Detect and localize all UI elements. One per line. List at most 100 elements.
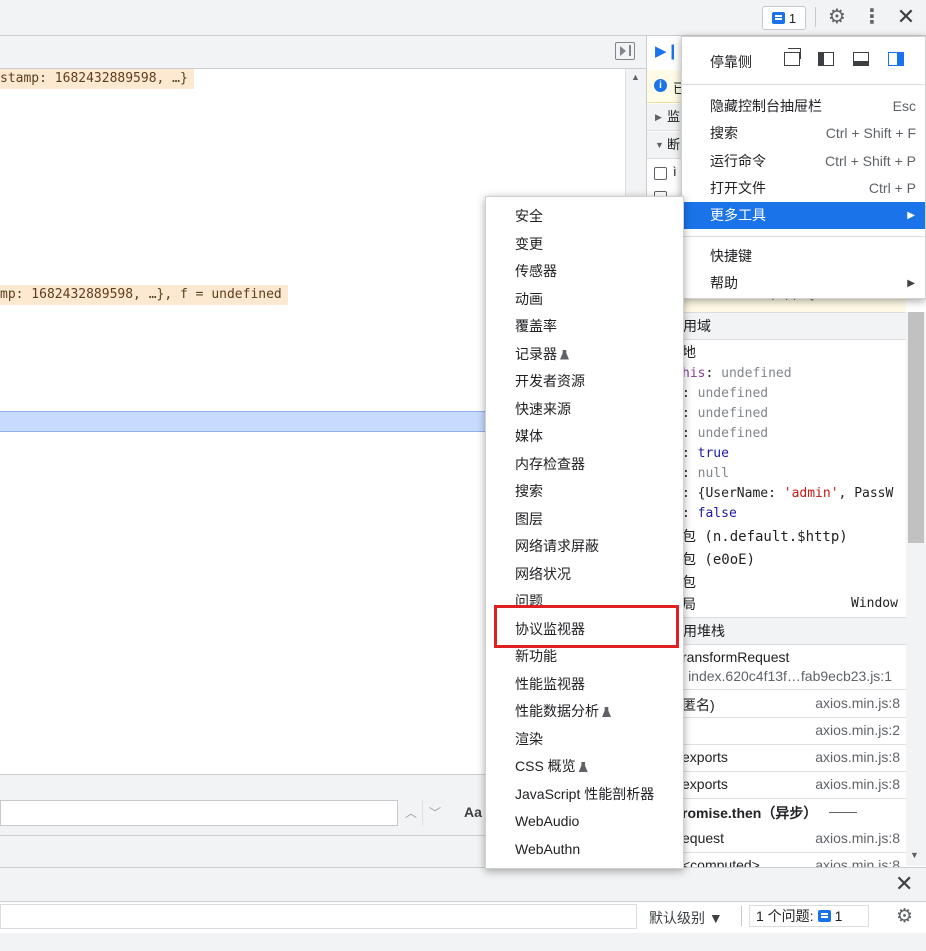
menu-item-search[interactable]: 搜索 Ctrl + Shift + F (682, 120, 925, 147)
more-vert-icon[interactable]: ⋮ (862, 6, 882, 28)
toolbar-divider (815, 7, 816, 27)
frame-function: exports (682, 749, 728, 765)
submenu-item[interactable]: 图层 (515, 508, 543, 530)
menu-item-shortcuts[interactable]: 快捷键 (682, 243, 925, 270)
frame-location-link[interactable]: axios.min.js:2 (815, 722, 900, 738)
menu-item-open-file[interactable]: 打开文件 Ctrl + P (682, 175, 925, 202)
issues-count: 1 (834, 908, 843, 924)
scope-local-label[interactable]: 地 (682, 342, 696, 362)
frame-location-link[interactable]: axios.min.js:8 (815, 749, 900, 765)
menu-item-help[interactable]: 帮助 ▶ (682, 270, 925, 297)
gear-icon[interactable]: ⚙ (896, 905, 913, 928)
close-icon[interactable]: ✕ (895, 6, 917, 28)
variable-value: false (697, 506, 737, 521)
frame-location-link[interactable]: axios.min.js:8 (815, 776, 900, 792)
menu-item-run-command[interactable]: 运行命令 Ctrl + Shift + P (682, 148, 925, 175)
submenu-item[interactable]: 性能监视器 (515, 673, 585, 695)
callstack-section-header[interactable]: 用堆栈 (647, 617, 906, 645)
dock-left-icon[interactable] (818, 52, 834, 66)
frame-function: 匿名) (682, 697, 715, 713)
search-input[interactable] (0, 800, 398, 826)
scope-variable-row[interactable]: : true (682, 444, 729, 464)
dock-right-icon[interactable] (888, 52, 904, 66)
submenu-item[interactable]: 媒体 (515, 425, 543, 447)
experiment-flask-icon (560, 349, 569, 360)
callstack-frame[interactable]: exports axios.min.js:8 (647, 744, 906, 772)
submenu-item[interactable]: 记录器 (515, 343, 569, 365)
frame-location-link[interactable]: axios.min.js:8 (815, 830, 900, 846)
issues-text: 1 个问题: (756, 908, 814, 924)
chevron-down-icon: ▼ (655, 140, 664, 150)
callstack-frame[interactable]: axios.min.js:2 (647, 717, 906, 745)
menu-separator (682, 236, 925, 237)
gear-icon[interactable]: ⚙ (826, 6, 848, 28)
submenu-item[interactable]: 传感器 (515, 260, 557, 282)
submenu-item[interactable]: 内存检查器 (515, 453, 585, 475)
log-level-select[interactable]: 默认级别 ▼ (649, 908, 723, 928)
chevron-down-icon[interactable]: ﹀ (424, 800, 446, 826)
submenu-item[interactable]: WebAudio (515, 810, 579, 832)
scrollbar-thumb[interactable] (908, 312, 924, 543)
submenu-arrow-icon: ▶ (907, 210, 915, 221)
variable-value: {UserName: (697, 486, 784, 501)
frame-function: equest (682, 830, 725, 846)
callstack-frame[interactable]: exports axios.min.js:8 (647, 771, 906, 799)
scope-section-header[interactable]: 用域 (647, 312, 906, 340)
submenu-item[interactable]: 网络状况 (515, 563, 571, 585)
submenu-item[interactable]: 渲染 (515, 728, 543, 750)
scope-closure[interactable]: 包 (e0oE) (682, 549, 755, 569)
toggle-debugger-icon[interactable] (615, 42, 635, 60)
chevron-up-icon[interactable]: ︿ (400, 800, 423, 826)
dock-side-label: 停靠侧 (710, 54, 752, 70)
scope-closure[interactable]: 包 (682, 572, 696, 592)
close-icon[interactable]: ✕ (895, 871, 913, 897)
submenu-item[interactable]: 搜索 (515, 480, 543, 502)
scope-global-label[interactable]: 局 (682, 594, 696, 614)
variable-value: null (697, 466, 729, 481)
submenu-item[interactable]: 覆盖率 (515, 315, 557, 337)
submenu-item[interactable]: 安全 (515, 205, 543, 227)
submenu-item[interactable]: 网络请求屏蔽 (515, 535, 599, 557)
divider (741, 906, 742, 926)
breakpoint-checkbox[interactable] (654, 167, 667, 180)
scope-variable-row[interactable]: : undefined (682, 384, 768, 404)
issues-counter-button[interactable]: 1 个问题: 1 (749, 905, 869, 927)
variable-value: true (697, 446, 729, 461)
callstack-frame[interactable]: 匿名) axios.min.js:8 (647, 690, 906, 718)
console-filter-input[interactable] (0, 904, 637, 929)
undock-icon[interactable] (784, 48, 801, 66)
scope-variable-row[interactable]: : null (682, 464, 729, 484)
drawer-tab-strip (0, 867, 926, 901)
scope-variable-row[interactable]: : undefined (682, 424, 768, 444)
submenu-item[interactable]: 新功能 (515, 645, 557, 667)
submenu-item[interactable]: 性能数据分析 (515, 700, 611, 722)
code-inline-value: stamp: 1682432889598, …} (0, 69, 194, 89)
submenu-item[interactable]: JavaScript 性能剖析器 (515, 783, 654, 805)
scope-variable-row[interactable]: : undefined (682, 404, 768, 424)
submenu-item[interactable]: 开发者资源 (515, 370, 585, 392)
match-case-button[interactable]: Aa (464, 804, 482, 820)
dock-bottom-icon[interactable] (853, 52, 869, 66)
scope-variable-row[interactable]: his: undefined (682, 364, 792, 384)
frame-location-link[interactable]: index.620c4f13f…fab9ecb23.js:1 (688, 668, 892, 684)
scope-variable-row[interactable]: : {UserName: 'admin', PassW (682, 484, 893, 504)
submenu-item[interactable]: 快速来源 (515, 398, 571, 420)
scope-closure[interactable]: 包 (n.default.$http) (682, 526, 848, 546)
resume-icon[interactable]: ▶❙ (655, 42, 679, 60)
submenu-item[interactable]: WebAuthn (515, 838, 580, 860)
submenu-item[interactable]: 动画 (515, 288, 543, 310)
frame-location-link[interactable]: axios.min.js:8 (815, 695, 900, 711)
issues-button[interactable]: 1 (762, 6, 806, 30)
issues-icon (771, 12, 785, 24)
scroll-down-icon[interactable]: ▼ (910, 850, 919, 860)
menu-item-more-tools[interactable]: 更多工具 ▶ (682, 202, 925, 229)
submenu-item[interactable]: CSS 概览 (515, 755, 588, 777)
callstack-frame[interactable]: ransformRequest index.620c4f13f…fab9ecb23… (647, 646, 906, 690)
frame-function: ransformRequest (682, 649, 790, 665)
menu-item-hide-drawer[interactable]: 隐藏控制台抽屉栏 Esc (682, 93, 925, 120)
callstack-frame[interactable]: equest axios.min.js:8 (647, 825, 906, 853)
submenu-item[interactable]: 变更 (515, 233, 543, 255)
scroll-up-icon[interactable]: ▲ (631, 72, 640, 82)
scope-variable-row[interactable]: : false (682, 504, 737, 524)
variable-value: undefined (721, 366, 792, 381)
